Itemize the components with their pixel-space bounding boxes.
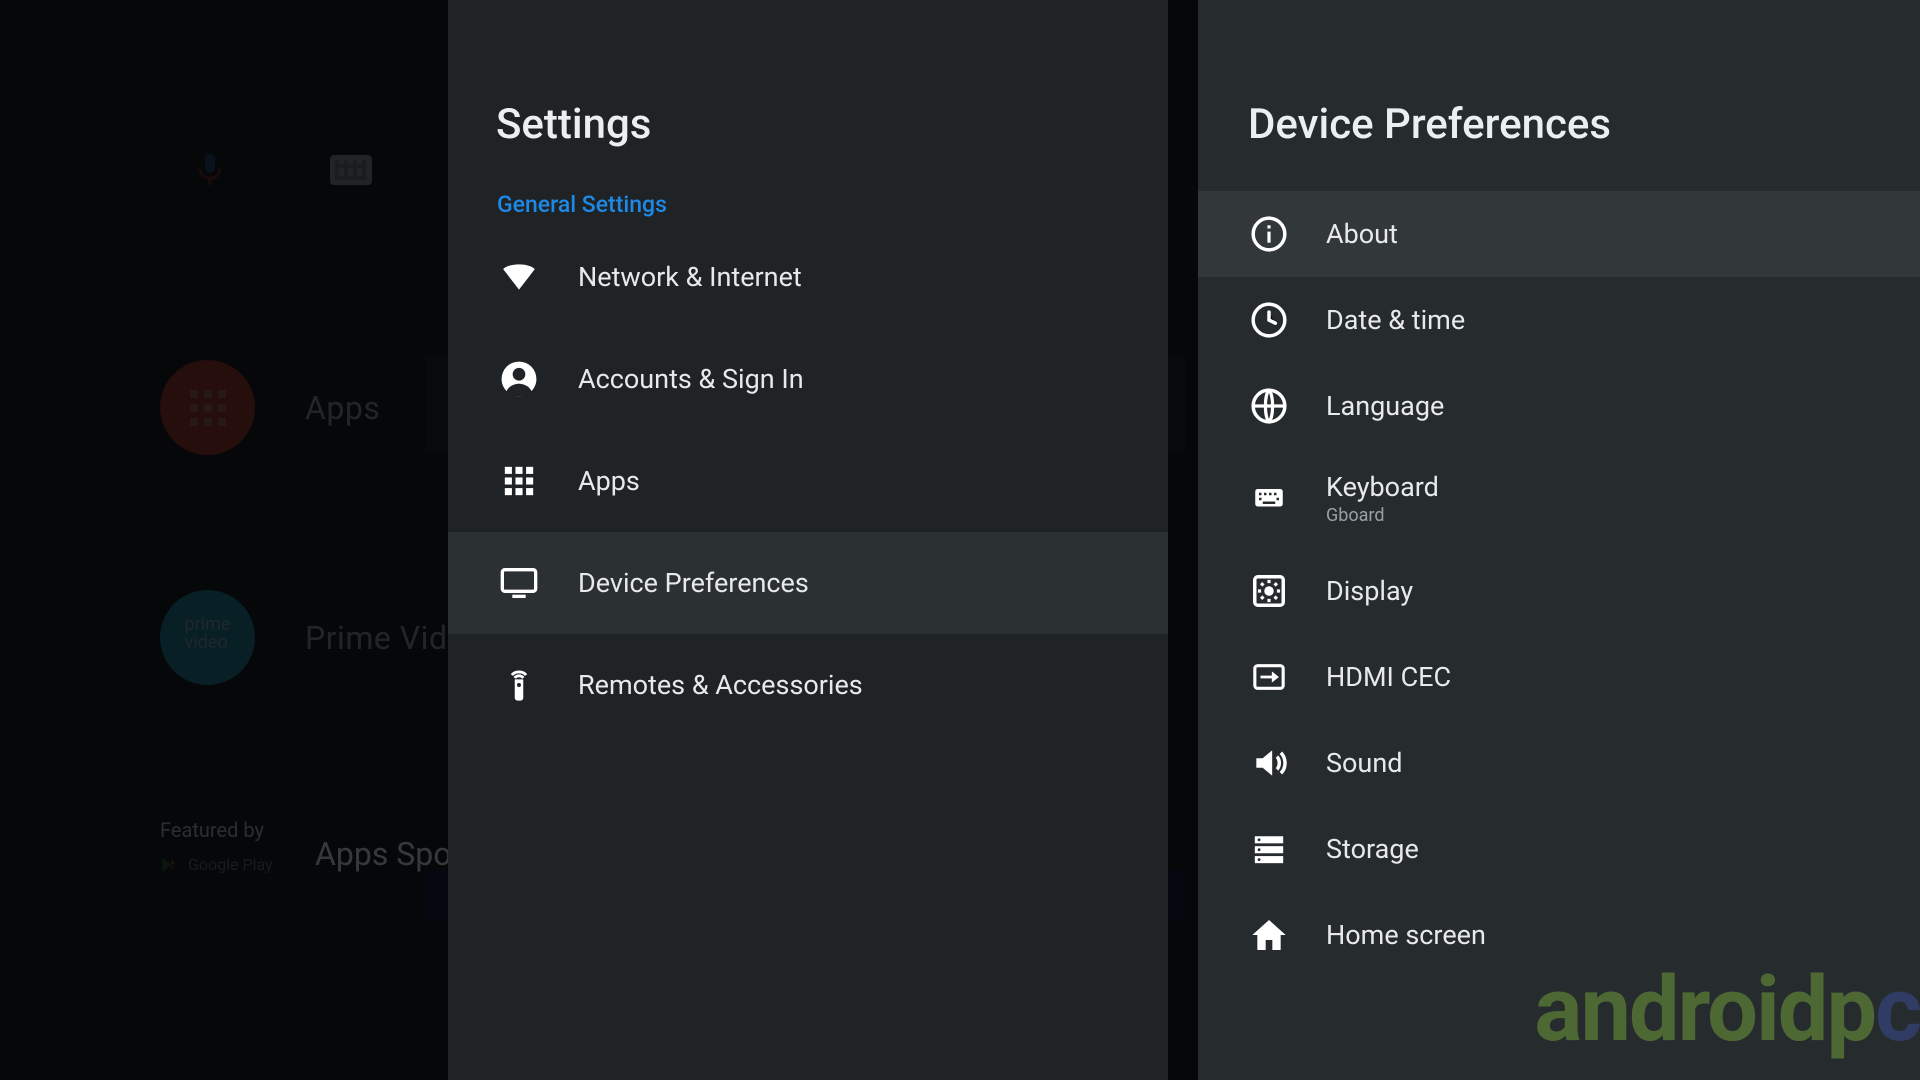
settings-item-label: Network & Internet [578, 261, 802, 293]
settings-item-label: Remotes & Accessories [578, 669, 863, 701]
prefs-item-label: Sound [1326, 747, 1402, 779]
settings-title: Settings [448, 0, 1168, 191]
home-row-apps: Apps [160, 360, 380, 455]
keyboard-icon [330, 155, 372, 185]
settings-item-remotes[interactable]: Remotes & Accessories [448, 634, 1168, 736]
prefs-item-home-screen[interactable]: Home screen [1198, 892, 1920, 978]
storage-icon [1248, 828, 1290, 870]
wifi-icon [496, 254, 542, 300]
home-icon [1248, 914, 1290, 956]
info-icon [1248, 213, 1290, 255]
settings-item-label: Device Preferences [578, 567, 809, 599]
remote-icon [496, 662, 542, 708]
prefs-item-hdmi-cec[interactable]: HDMI CEC [1198, 634, 1920, 720]
google-play-text: Google Play [188, 855, 273, 874]
home-row-prime-video: primevideo Prime Video [160, 590, 484, 685]
google-play-label: Google Play [160, 855, 273, 874]
prefs-item-label: Date & time [1326, 304, 1465, 336]
settings-item-network[interactable]: Network & Internet [448, 226, 1168, 328]
prefs-title: Device Preferences [1198, 0, 1920, 191]
prefs-item-label: Home screen [1326, 919, 1486, 951]
settings-group-label: General Settings [448, 191, 1168, 226]
featured-by-label: Featured by [160, 818, 264, 842]
settings-item-apps[interactable]: Apps [448, 430, 1168, 532]
prefs-item-label: Language [1326, 390, 1444, 422]
home-row-label: Apps [305, 389, 380, 427]
prefs-item-keyboard[interactable]: Keyboard Gboard [1198, 449, 1920, 548]
prefs-item-sound[interactable]: Sound [1198, 720, 1920, 806]
prefs-item-label: Keyboard [1326, 471, 1439, 503]
clock-icon [1248, 299, 1290, 341]
keyboard-icon [1248, 478, 1290, 520]
apps-grid-icon [160, 360, 255, 455]
prefs-item-label: About [1326, 218, 1398, 250]
prefs-item-storage[interactable]: Storage [1198, 806, 1920, 892]
prefs-item-language[interactable]: Language [1198, 363, 1920, 449]
settings-item-device-preferences[interactable]: Device Preferences [448, 532, 1168, 634]
input-icon [1248, 656, 1290, 698]
prefs-item-label: HDMI CEC [1326, 661, 1451, 693]
device-preferences-panel: Device Preferences About Date & time Lan… [1198, 0, 1920, 1080]
settings-panel: Settings General Settings Network & Inte… [448, 0, 1168, 1080]
account-icon [496, 356, 542, 402]
prefs-item-label: Storage [1326, 833, 1419, 865]
settings-item-label: Apps [578, 465, 640, 497]
volume-icon [1248, 742, 1290, 784]
prefs-item-sublabel: Gboard [1326, 505, 1439, 526]
prime-video-icon: primevideo [160, 590, 255, 685]
prefs-item-about[interactable]: About [1198, 191, 1920, 277]
apps-icon [496, 458, 542, 504]
play-store-icon [160, 856, 178, 874]
prefs-item-date-time[interactable]: Date & time [1198, 277, 1920, 363]
settings-item-accounts[interactable]: Accounts & Sign In [448, 328, 1168, 430]
tv-icon [496, 560, 542, 606]
display-brightness-icon [1248, 570, 1290, 612]
prefs-item-label: Display [1326, 575, 1413, 607]
mic-icon [190, 150, 230, 190]
globe-icon [1248, 385, 1290, 427]
settings-item-label: Accounts & Sign In [578, 363, 804, 395]
prefs-item-display[interactable]: Display [1198, 548, 1920, 634]
